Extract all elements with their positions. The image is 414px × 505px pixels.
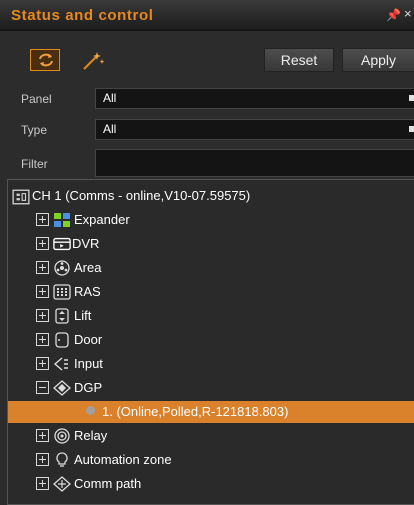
chevron-down-icon[interactable]: [409, 95, 414, 101]
panel-select-value: All: [103, 91, 117, 105]
input-icon: [53, 357, 68, 371]
close-icon[interactable]: ×: [404, 6, 412, 21]
relay-icon: [54, 428, 70, 444]
refresh-icon: [39, 53, 53, 67]
reset-button[interactable]: Reset: [264, 48, 334, 72]
refresh-button[interactable]: [30, 49, 60, 71]
type-filter-label: Type: [21, 123, 48, 137]
device-tree: CH 1 (Comms - online,V10-07.59575) Expan…: [7, 179, 414, 505]
expand-plus-icon[interactable]: [36, 213, 49, 226]
tree-item-expander[interactable]: Expander: [8, 210, 414, 230]
expand-plus-icon[interactable]: [36, 357, 49, 370]
area-icon: [54, 260, 70, 276]
text-filter-row: Filter: [0, 149, 414, 177]
apply-button[interactable]: Apply: [342, 48, 414, 72]
text-filter-label: Filter: [21, 157, 48, 171]
tree-item-label: 1. (Online,Polled,R-121818.803): [102, 404, 289, 419]
tree-item-door[interactable]: Door: [8, 330, 414, 350]
tree-item-automation-zone[interactable]: Automation zone: [8, 450, 414, 470]
tree-item-label: Expander: [74, 212, 130, 227]
dgp-icon: [53, 380, 71, 396]
panel-title: Status and control: [11, 7, 154, 24]
door-icon: [55, 332, 69, 348]
tree-item-dvr[interactable]: DVR: [8, 234, 414, 254]
expand-plus-icon[interactable]: [36, 333, 49, 346]
type-select-value: All: [103, 122, 117, 136]
chevron-down-icon[interactable]: [409, 126, 414, 132]
panel-filter-label: Panel: [21, 92, 52, 106]
expand-plus-icon[interactable]: [36, 429, 49, 442]
tree-item-comm-path[interactable]: Comm path: [8, 474, 414, 494]
tree-item-label: Relay: [74, 428, 108, 443]
tree-item-label: Area: [74, 260, 102, 275]
tree-item-dgp[interactable]: DGP: [8, 378, 414, 398]
add-button[interactable]: [78, 49, 108, 71]
panel-titlebar: Status and control 📌 ×: [0, 0, 414, 31]
tree-item-area[interactable]: Area: [8, 258, 414, 278]
panel-select[interactable]: All: [95, 88, 414, 109]
filter-input[interactable]: [95, 149, 414, 177]
tree-item-label: Automation zone: [74, 452, 172, 467]
tree-item-label: DGP: [74, 380, 103, 395]
lift-icon: [55, 308, 69, 324]
tree-root-label: CH 1 (Comms - online,V10-07.59575): [32, 188, 251, 203]
tree-item-label: Lift: [74, 308, 92, 323]
ras-keypad-icon: [53, 284, 71, 300]
dvr-icon: [53, 237, 71, 251]
tree-item-label: RAS: [74, 284, 101, 299]
tree-item-input[interactable]: Input: [8, 354, 414, 374]
tree-item-label: Comm path: [74, 476, 142, 491]
tree-item-relay[interactable]: Relay: [8, 426, 414, 446]
collapse-minus-icon[interactable]: [36, 381, 49, 394]
toolbar: Reset Apply: [0, 31, 414, 87]
automation-bulb-icon: [56, 452, 68, 467]
type-filter-row: Type All: [0, 118, 414, 142]
controller-icon: [12, 189, 30, 205]
expand-plus-icon[interactable]: [36, 309, 49, 322]
tree-item-label: Input: [74, 356, 103, 371]
status-and-control-panel: Status and control 📌 × Reset Apply Panel: [0, 0, 414, 505]
tree-item-label: DVR: [72, 236, 100, 251]
tree-item-label: Door: [74, 332, 103, 347]
panel-filter-row: Panel All: [0, 87, 414, 111]
expand-plus-icon[interactable]: [36, 285, 49, 298]
tree-item-dgp-1-selected[interactable]: 1. (Online,Polled,R-121818.803): [8, 401, 414, 423]
expand-plus-icon[interactable]: [36, 261, 49, 274]
expand-plus-icon[interactable]: [36, 477, 49, 490]
pin-icon[interactable]: 📌: [386, 8, 401, 22]
comm-path-icon: [53, 476, 71, 492]
tree-root-node[interactable]: CH 1 (Comms - online,V10-07.59575): [8, 186, 414, 206]
add-sparkle-icon: [83, 52, 105, 70]
status-dot-icon: [86, 406, 95, 415]
expand-plus-icon[interactable]: [36, 453, 49, 466]
type-select[interactable]: All: [95, 119, 414, 140]
expander-icon: [54, 213, 70, 227]
expand-plus-icon[interactable]: [36, 237, 49, 250]
tree-item-ras[interactable]: RAS: [8, 282, 414, 302]
tree-item-lift[interactable]: Lift: [8, 306, 414, 326]
